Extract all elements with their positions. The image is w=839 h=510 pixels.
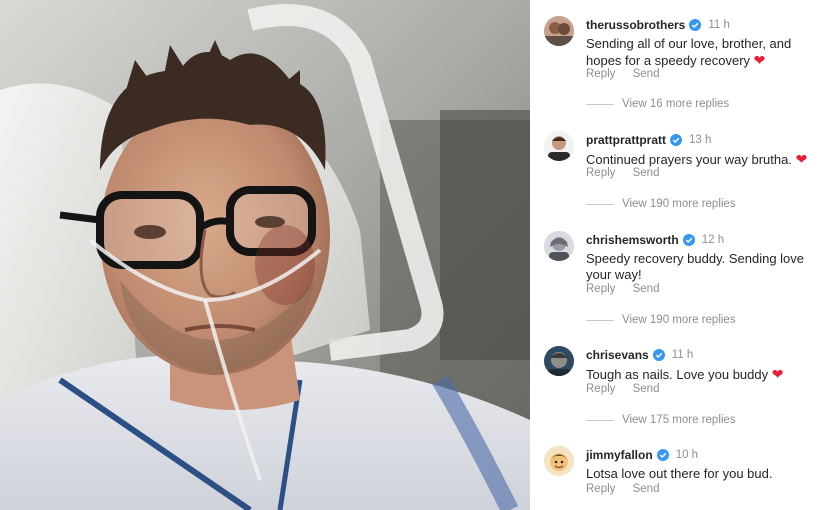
view-replies-button[interactable]: View 16 more replies	[586, 98, 729, 110]
heart-emoji-icon: ❤	[795, 151, 808, 167]
send-button[interactable]: Send	[633, 68, 660, 80]
comment-timestamp: 11 h	[708, 19, 730, 31]
heart-emoji-icon: ❤	[753, 52, 766, 68]
view-replies-button[interactable]: View 190 more replies	[586, 198, 736, 210]
comment-actions: Reply Send	[586, 283, 659, 295]
send-button[interactable]: Send	[633, 383, 660, 395]
post-photo	[0, 0, 530, 510]
comment-actions: Reply Send	[586, 483, 659, 495]
comments-panel: therussobrothers 11 h Sending all of our…	[530, 0, 839, 510]
verified-badge-icon	[682, 234, 695, 246]
verified-badge-icon	[652, 349, 665, 361]
comment-body: Continued prayers your way brutha.	[586, 152, 792, 167]
replies-divider	[586, 319, 614, 321]
comment-username[interactable]: prattprattpratt	[586, 133, 666, 147]
comment-username[interactable]: chrisevans	[586, 348, 649, 362]
send-button[interactable]: Send	[633, 167, 660, 179]
avatar[interactable]	[544, 16, 574, 46]
verified-badge-icon	[670, 134, 682, 146]
comment-timestamp: 10 h	[675, 449, 699, 461]
reply-button[interactable]: Reply	[586, 68, 615, 80]
reply-button[interactable]: Reply	[586, 283, 615, 295]
reply-button[interactable]: Reply	[586, 383, 615, 395]
avatar[interactable]	[544, 131, 574, 161]
view-replies-button[interactable]: View 190 more replies	[586, 314, 736, 326]
comment-body: Tough as nails. Love you buddy	[586, 367, 769, 382]
comment-text: Sending all of our love, brother, and ho…	[586, 36, 826, 69]
view-replies-label: View 175 more replies	[622, 414, 736, 426]
comment-actions: Reply Send	[586, 383, 659, 395]
comment-actions: Reply Send	[586, 68, 659, 80]
comment-timestamp: 13 h	[689, 134, 712, 146]
reply-button[interactable]: Reply	[586, 167, 615, 179]
view-replies-label: View 190 more replies	[622, 314, 736, 326]
view-replies-label: View 190 more replies	[622, 198, 736, 210]
comment-username[interactable]: therussobrothers	[586, 18, 685, 32]
avatar[interactable]	[544, 346, 574, 376]
send-button[interactable]: Send	[633, 283, 660, 295]
replies-divider	[586, 103, 614, 105]
replies-divider	[586, 203, 614, 205]
reply-button[interactable]: Reply	[586, 483, 615, 495]
selfie-photo-illustration	[0, 0, 530, 510]
comment-actions: Reply Send	[586, 167, 659, 179]
comment-text: Tough as nails. Love you buddy ❤	[586, 366, 826, 383]
comment-timestamp: 11 h	[671, 349, 694, 361]
view-replies-label: View 16 more replies	[622, 98, 730, 110]
comment-text: Speedy recovery buddy. Sending love your…	[586, 251, 826, 283]
comment-username[interactable]: jimmyfallon	[586, 448, 653, 462]
replies-divider	[586, 419, 614, 421]
avatar[interactable]	[544, 446, 574, 476]
comment-body: Speedy recovery buddy. Sending love your…	[586, 251, 805, 282]
verified-badge-icon	[689, 19, 702, 31]
comment-text: Lotsa love out there for you bud.	[586, 466, 826, 482]
comment-text: Continued prayers your way brutha. ❤	[586, 151, 826, 168]
comment-body: Lotsa love out there for you bud.	[586, 466, 773, 481]
view-replies-button[interactable]: View 175 more replies	[586, 414, 736, 426]
comment-timestamp: 12 h	[701, 234, 725, 246]
comment-username[interactable]: chrishemsworth	[586, 233, 679, 247]
heart-emoji-icon: ❤	[771, 366, 784, 382]
avatar[interactable]	[544, 231, 574, 261]
send-button[interactable]: Send	[633, 483, 660, 495]
verified-badge-icon	[656, 449, 669, 461]
